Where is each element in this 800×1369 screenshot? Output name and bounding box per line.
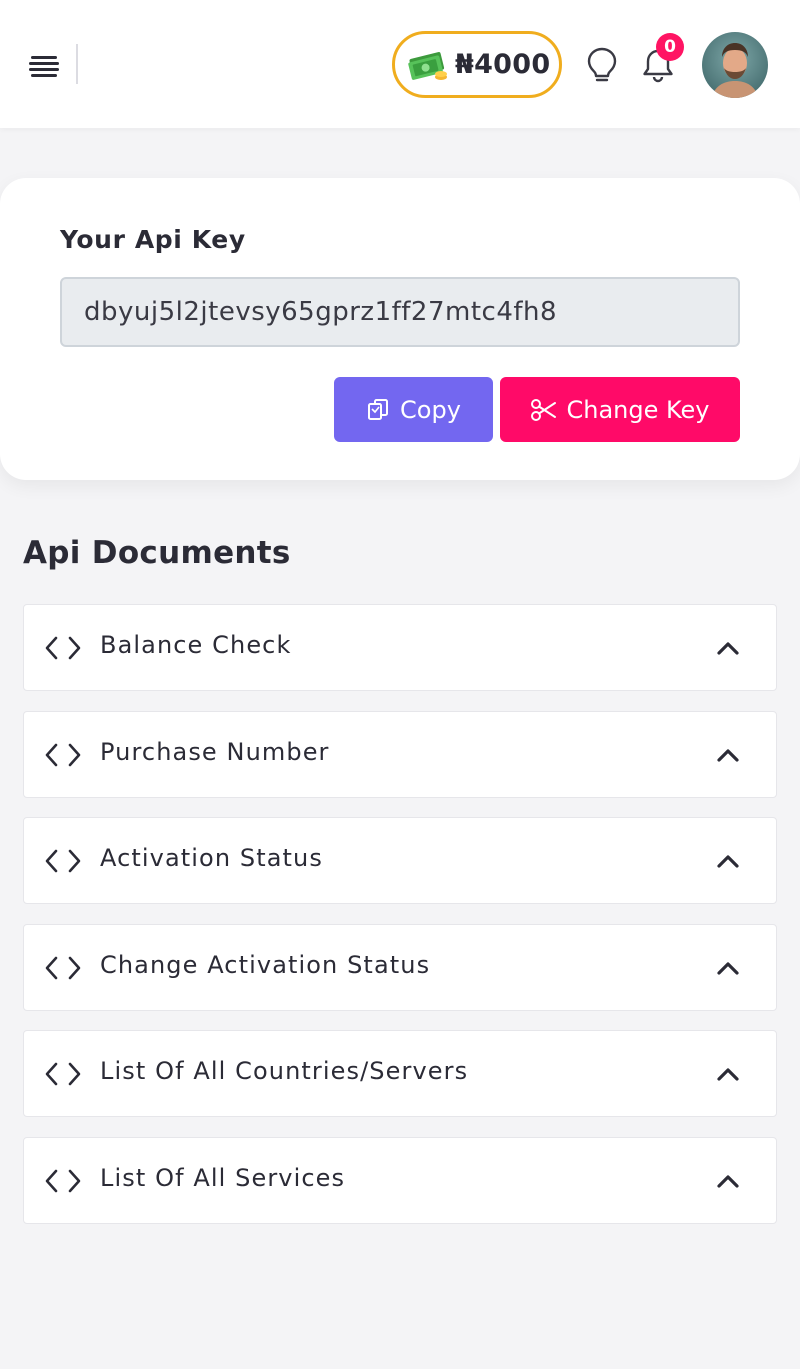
notification-badge: 0	[656, 33, 684, 61]
doc-item-label: Change Activation Status	[100, 951, 431, 979]
lightbulb-icon[interactable]	[584, 45, 620, 85]
menu-icon[interactable]	[28, 52, 62, 78]
code-icon	[45, 956, 81, 980]
chevron-up-icon[interactable]	[716, 1066, 740, 1082]
copy-button-label: Copy	[400, 395, 461, 424]
doc-item-label: Balance Check	[100, 631, 292, 659]
doc-item-label: List Of All Countries/Servers	[100, 1057, 469, 1085]
doc-item-list-services[interactable]: List Of All Services	[23, 1137, 777, 1224]
copy-icon	[368, 398, 389, 420]
code-icon	[45, 849, 81, 873]
top-bar: ₦4000 0	[0, 0, 800, 128]
chevron-up-icon[interactable]	[716, 640, 740, 656]
doc-item-list-countries-servers[interactable]: List Of All Countries/Servers	[23, 1030, 777, 1117]
balance-amount: ₦4000	[455, 49, 551, 80]
api-key-title: Your Api Key	[60, 225, 246, 254]
chevron-up-icon[interactable]	[716, 960, 740, 976]
wallet-balance-button[interactable]: ₦4000	[392, 31, 562, 98]
docs-section-title: Api Documents	[23, 535, 291, 571]
code-icon	[45, 1169, 81, 1193]
copy-button[interactable]: Copy	[334, 377, 493, 442]
doc-item-label: List Of All Services	[100, 1164, 346, 1192]
code-icon	[45, 636, 81, 660]
user-avatar[interactable]	[702, 32, 768, 98]
doc-item-label: Purchase Number	[100, 738, 330, 766]
doc-item-label: Activation Status	[100, 844, 323, 872]
doc-item-purchase-number[interactable]: Purchase Number	[23, 711, 777, 798]
scissors-icon	[531, 398, 557, 421]
doc-item-change-activation-status[interactable]: Change Activation Status	[23, 924, 777, 1011]
code-icon	[45, 1062, 81, 1086]
api-key-card: Your Api Key Copy Change Key	[0, 178, 800, 480]
chevron-up-icon[interactable]	[716, 853, 740, 869]
change-key-button[interactable]: Change Key	[500, 377, 740, 442]
chevron-up-icon[interactable]	[716, 1173, 740, 1189]
money-icon	[407, 47, 449, 83]
doc-item-activation-status[interactable]: Activation Status	[23, 817, 777, 904]
api-key-field[interactable]	[60, 277, 740, 347]
header-divider	[76, 44, 78, 84]
code-icon	[45, 743, 81, 767]
change-key-button-label: Change Key	[566, 395, 710, 424]
doc-item-balance-check[interactable]: Balance Check	[23, 604, 777, 691]
chevron-up-icon[interactable]	[716, 747, 740, 763]
